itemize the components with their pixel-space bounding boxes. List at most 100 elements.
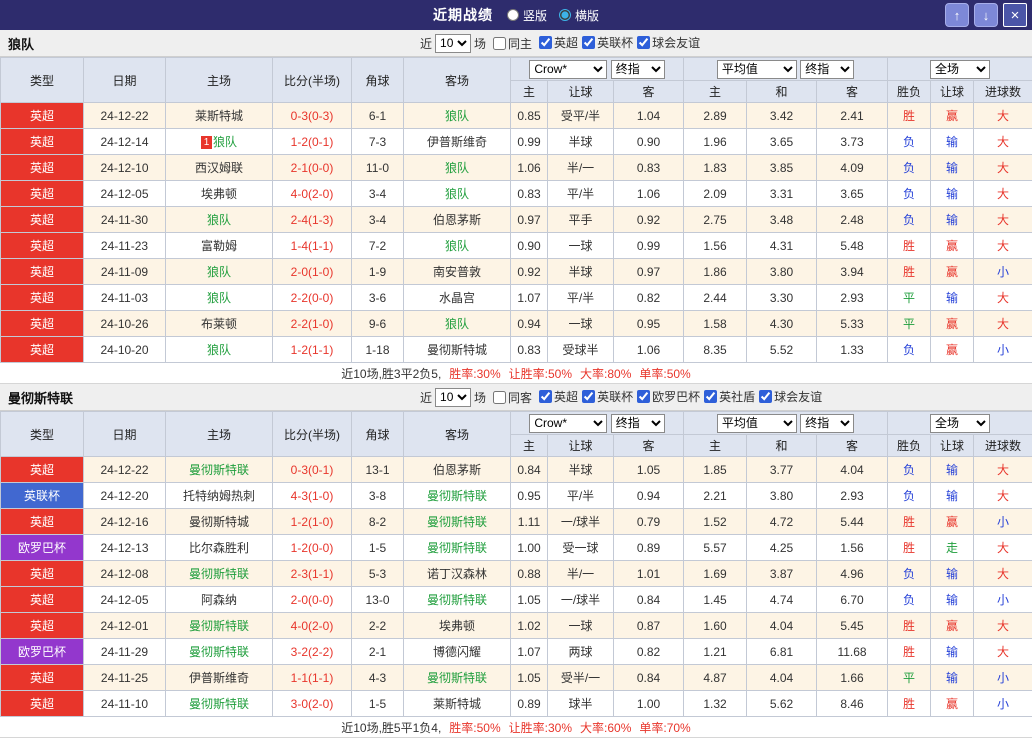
handicap-line: 半球 [548,259,614,285]
same-venue-checkbox[interactable] [493,37,506,50]
competition-filter[interactable]: 英联杯 [582,34,633,51]
scroll-down-button[interactable]: ↓ [974,3,998,27]
corner-score: 1-5 [352,691,404,717]
corner-score: 7-3 [352,129,404,155]
results-table: 类型 日期 主场 比分(半场) 角球 客场 Crow* 终指 平均值 终指 全场 [0,411,1032,717]
close-button[interactable]: × [1003,3,1027,27]
radio-vertical[interactable]: 竖版 [507,7,547,24]
close-icon: × [1011,8,1020,23]
result-goals: 小 [974,665,1032,691]
avg-draw-odds: 3.31 [747,181,817,207]
away-team: 诺丁汉森林 [404,561,511,587]
competition-filter[interactable]: 英联杯 [582,388,633,405]
match-score: 1-2(0-1) [273,129,352,155]
away-team: 埃弗顿 [404,613,511,639]
avg-home-odds: 1.60 [684,613,747,639]
competition-checkbox[interactable] [637,390,650,403]
final-odds-select[interactable]: 终指 [611,414,665,433]
competition-checkbox[interactable] [582,390,595,403]
avg-draw-odds: 4.74 [747,587,817,613]
section-head: 狼队 近 10 场 同主 英超英联杯球会友谊 [0,30,1032,57]
average-select[interactable]: 平均值 [717,414,797,433]
competition-filter[interactable]: 英超 [539,34,578,51]
radio-vertical-input[interactable] [507,9,519,21]
bookmaker-select[interactable]: Crow* [529,60,607,79]
scope-select[interactable]: 全场 [930,60,990,79]
avg-away-odds: 3.94 [817,259,888,285]
away-team: 狼队 [404,233,511,259]
bookmaker-select[interactable]: Crow* [529,414,607,433]
competition-checkbox[interactable] [539,390,552,403]
match-score: 2-2(0-0) [273,285,352,311]
competition-checkbox[interactable] [704,390,717,403]
final-odds-select-2[interactable]: 终指 [800,60,854,79]
col-result-wdl: 胜负 [888,81,931,103]
result-handicap: 输 [931,457,974,483]
same-venue-checkbox[interactable] [493,391,506,404]
corner-score: 7-2 [352,233,404,259]
match-row: 英超24-12-22曼彻斯特联0-3(0-1)13-1伯恩茅斯0.84半球1.0… [1,457,1032,483]
col-away: 客场 [404,412,511,457]
handicap-line: 受球半 [548,337,614,363]
same-venue-filter[interactable]: 同主 [493,35,532,52]
away-team: 曼彻斯特联 [404,587,511,613]
competition-filter[interactable]: 球会友谊 [759,388,822,405]
result-handicap: 赢 [931,311,974,337]
avg-home-odds: 1.83 [684,155,747,181]
result-goals: 大 [974,483,1032,509]
competition-filter[interactable]: 英社盾 [704,388,755,405]
avg-draw-odds: 3.87 [747,561,817,587]
match-row: 英超24-12-141狼队1-2(0-1)7-3伊普斯维奇0.99半球0.901… [1,129,1032,155]
corner-score: 5-3 [352,561,404,587]
col-odds-home: 主 [511,81,548,103]
col-corner: 角球 [352,412,404,457]
match-score: 1-2(1-0) [273,509,352,535]
match-date: 24-12-13 [84,535,166,561]
final-odds-select[interactable]: 终指 [611,60,665,79]
handicap-home-odds: 1.00 [511,535,548,561]
handicap-line: 一/球半 [548,509,614,535]
competition-checkbox[interactable] [582,36,595,49]
corner-score: 11-0 [352,155,404,181]
scroll-up-button[interactable]: ↑ [945,3,969,27]
away-team: 狼队 [404,155,511,181]
scope-select[interactable]: 全场 [930,414,990,433]
col-score: 比分(半场) [273,58,352,103]
avg-away-odds: 11.68 [817,639,888,665]
col-result-handicap: 让球 [931,81,974,103]
handicap-line: 受平/半 [548,103,614,129]
col-avg-away: 客 [817,435,888,457]
competition-checkbox[interactable] [637,36,650,49]
summary-record: 近10场,胜5平1负4, [341,719,441,736]
summary-bar: 近10场,胜3平2负5, 胜率:30% 让胜率:50% 大率:80% 单率:50… [0,363,1032,384]
result-goals: 大 [974,155,1032,181]
competition-checkbox[interactable] [759,390,772,403]
league-tag: 英超 [1,665,84,691]
competition-checkbox[interactable] [539,36,552,49]
radio-horizontal[interactable]: 横版 [559,7,599,24]
competition-filter[interactable]: 球会友谊 [637,34,700,51]
away-team: 曼彻斯特联 [404,483,511,509]
avg-draw-odds: 4.30 [747,311,817,337]
same-venue-filter[interactable]: 同客 [493,389,532,406]
average-select[interactable]: 平均值 [717,60,797,79]
competition-label: 英联杯 [597,34,633,51]
match-row: 英超24-11-10曼彻斯特联3-0(2-0)1-5莱斯特城0.89球半1.00… [1,691,1032,717]
competition-filter[interactable]: 英超 [539,388,578,405]
match-score: 2-0(0-0) [273,587,352,613]
avg-away-odds: 5.45 [817,613,888,639]
radio-horizontal-input[interactable] [559,9,571,21]
avg-home-odds: 4.87 [684,665,747,691]
recent-count-select[interactable]: 10 [435,388,471,407]
team-name: 曼彻斯特联 [8,388,73,407]
match-score: 4-0(2-0) [273,613,352,639]
handicap-home-odds: 0.89 [511,691,548,717]
final-odds-select-2[interactable]: 终指 [800,414,854,433]
result-handicap: 输 [931,587,974,613]
result-handicap: 赢 [931,337,974,363]
handicap-away-odds: 0.95 [614,311,684,337]
recent-count-select[interactable]: 10 [435,34,471,53]
match-row: 英超24-12-16曼彻斯特城1-2(1-0)8-2曼彻斯特联1.11一/球半0… [1,509,1032,535]
competition-filter[interactable]: 欧罗巴杯 [637,388,700,405]
result-handicap: 赢 [931,509,974,535]
